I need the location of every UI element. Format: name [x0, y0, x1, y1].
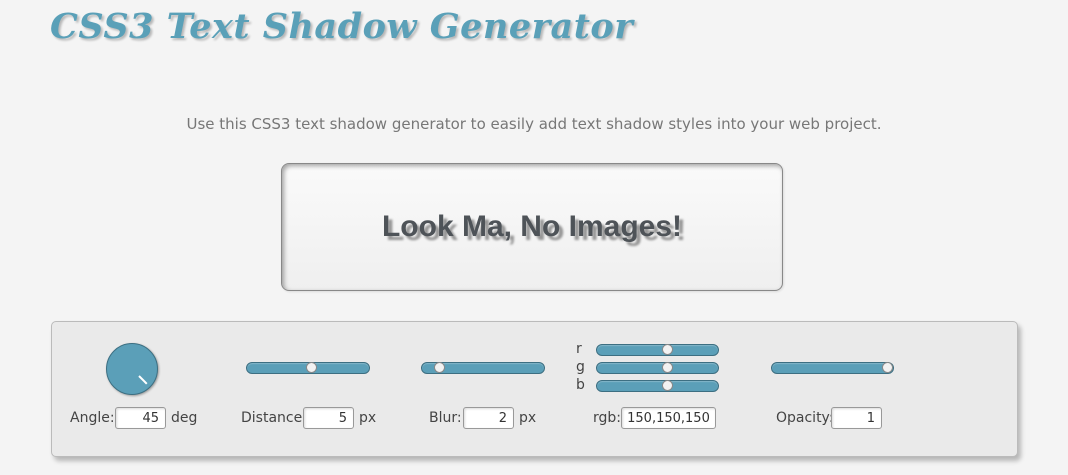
distance-slider-handle[interactable] — [306, 362, 318, 373]
b-label: b — [576, 377, 585, 393]
angle-input[interactable]: 45 — [115, 407, 166, 429]
angle-knob-icon[interactable] — [106, 343, 158, 395]
angle-unit: deg — [171, 410, 198, 426]
g-slider-handle[interactable] — [662, 362, 674, 373]
distance-input[interactable]: 5 — [303, 407, 354, 429]
page: CSS3 Text Shadow Generator Use this CSS3… — [0, 0, 1068, 475]
page-title: CSS3 Text Shadow Generator — [50, 6, 634, 47]
g-slider[interactable] — [596, 362, 719, 374]
rgb-input[interactable]: 150,150,150 — [621, 407, 716, 429]
angle-knob-marker — [138, 375, 148, 385]
opacity-slider[interactable] — [771, 362, 894, 374]
blur-input[interactable]: 2 — [463, 407, 514, 429]
preview-box: Look Ma, No Images! — [281, 163, 783, 291]
page-description: Use this CSS3 text shadow generator to e… — [186, 115, 882, 133]
blur-slider-handle[interactable] — [434, 362, 445, 373]
blur-slider[interactable] — [421, 362, 545, 374]
r-slider-handle[interactable] — [662, 344, 674, 355]
blur-unit: px — [519, 410, 537, 426]
r-label: r — [576, 341, 582, 357]
opacity-slider-handle[interactable] — [882, 362, 893, 373]
b-slider-handle[interactable] — [662, 380, 674, 391]
r-slider[interactable] — [596, 344, 719, 356]
rgb-label: rgb: — [593, 410, 621, 426]
opacity-input[interactable]: 1 — [831, 407, 882, 429]
preview-text: Look Ma, No Images! — [381, 210, 683, 243]
g-label: g — [576, 359, 585, 375]
distance-unit: px — [359, 410, 377, 426]
blur-label: Blur: — [429, 410, 462, 426]
distance-slider[interactable] — [246, 362, 370, 374]
controls-panel: Angle: 45 deg Distance: 5 px Blur: 2 px … — [51, 321, 1018, 457]
opacity-label: Opacity: — [776, 410, 834, 426]
angle-label: Angle: — [70, 410, 115, 426]
b-slider[interactable] — [596, 380, 719, 392]
distance-label: Distance: — [241, 410, 307, 426]
